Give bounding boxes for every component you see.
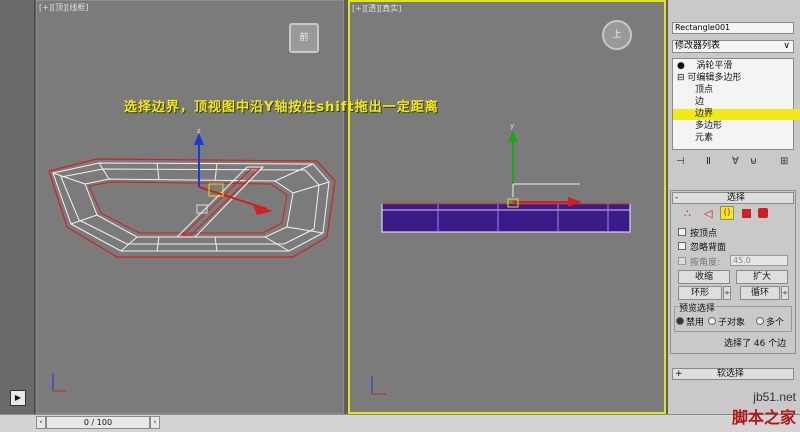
instruction-text: 选择边界，顶视图中沿Y轴按住shift拖出一定距离 (124, 100, 439, 115)
next-frame-icon[interactable]: › (150, 416, 160, 429)
object-name-field[interactable]: Rectangle001 (672, 22, 794, 34)
wireframe-object: z (48, 127, 336, 392)
bulb-icon[interactable]: ● (677, 61, 685, 71)
watermark-name: 脚本之家 (731, 408, 796, 427)
show-end-result-icon[interactable]: Ⅱ (706, 156, 711, 167)
time-slider[interactable]: 0 / 100 (46, 416, 150, 429)
selection-status: 选择了 46 个边 (724, 339, 787, 349)
shrink-button[interactable]: 收缩 (678, 270, 730, 284)
selection-rollout-header[interactable]: - 选择 (672, 192, 794, 204)
ignore-backfacing-checkbox[interactable] (678, 242, 686, 250)
pin-stack-icon[interactable]: ⊣ (676, 156, 685, 167)
chevron-down-icon: ∨ (783, 41, 790, 51)
polygon-mode-icon[interactable] (742, 209, 751, 218)
perspective-viewport[interactable]: [+][透][真实] 上 y (348, 0, 666, 414)
make-unique-icon[interactable]: ∀ (732, 156, 739, 167)
by-vertex-label: 按顶点 (690, 229, 718, 239)
watermark-site: jb51.net (753, 390, 796, 404)
preview-off-radio[interactable] (676, 317, 684, 325)
ring-spinner-icon[interactable]: ÷ (723, 286, 731, 300)
by-angle-checkbox[interactable] (678, 257, 686, 265)
svg-text:z: z (197, 127, 201, 135)
modifier-stack[interactable]: ● 涡轮平滑 ⊟ 可编辑多边形 顶点 边 边界 多边形 元素 (672, 58, 800, 150)
preview-off-label: 禁用 (686, 318, 705, 328)
vertex-mode-icon[interactable]: ∴ (684, 207, 691, 220)
loop-button[interactable]: 循环 (740, 286, 780, 300)
loop-spinner-icon[interactable]: ÷ (781, 286, 789, 300)
angle-spinner[interactable]: 45.0 (730, 255, 788, 266)
prev-frame-icon[interactable]: ‹ (36, 416, 46, 429)
preview-multi-label: 多个 (766, 318, 785, 328)
left-toolbar (0, 0, 35, 414)
ignore-backfacing-label: 忽略背面 (690, 243, 727, 253)
configure-sets-icon[interactable]: ⊞ (780, 156, 788, 167)
top-viewport[interactable]: [+][顶][线框] 前 z (36, 0, 344, 414)
stack-item-polygon[interactable]: 多边形 (673, 121, 800, 132)
watermark: jb51.net 脚本之家 (732, 390, 796, 428)
stack-item-vertex[interactable]: 顶点 (673, 85, 800, 96)
border-mode-icon[interactable]: () (720, 206, 734, 220)
by-angle-label: 按角度: (690, 258, 721, 268)
modifier-list-label: 修改器列表 (675, 41, 721, 51)
stack-item-edit-poly[interactable]: ⊟ 可编辑多边形 (673, 73, 797, 84)
by-vertex-checkbox[interactable] (678, 228, 686, 236)
ring-button[interactable]: 环形 (678, 286, 722, 300)
stack-toolbar: ⊣ Ⅱ ∀ ⊌ ⊞ (672, 156, 796, 172)
solid-object: y (371, 122, 631, 395)
preview-selection-title: 预览选择 (678, 301, 717, 314)
edge-mode-icon[interactable]: ◁ (704, 207, 712, 220)
preview-multi-radio[interactable] (756, 317, 764, 325)
play-icon[interactable]: ▶ (10, 390, 26, 406)
preview-subobject-radio[interactable] (708, 317, 716, 325)
modifier-list-dropdown[interactable]: 修改器列表 ∨ (672, 40, 794, 53)
stack-item-element[interactable]: 元素 (673, 133, 800, 144)
soft-selection-rollout-header[interactable]: + 软选择 (672, 368, 794, 380)
grow-button[interactable]: 扩大 (736, 270, 788, 284)
element-mode-icon[interactable] (758, 208, 768, 218)
stack-item-turbosmooth[interactable]: ● 涡轮平滑 (673, 61, 797, 72)
preview-subobject-label: 子对象 (718, 318, 746, 328)
stack-item-border[interactable]: 边界 (673, 109, 800, 120)
stack-item-edge[interactable]: 边 (673, 97, 800, 108)
svg-text:y: y (510, 122, 514, 130)
remove-modifier-icon[interactable]: ⊌ (750, 156, 757, 167)
